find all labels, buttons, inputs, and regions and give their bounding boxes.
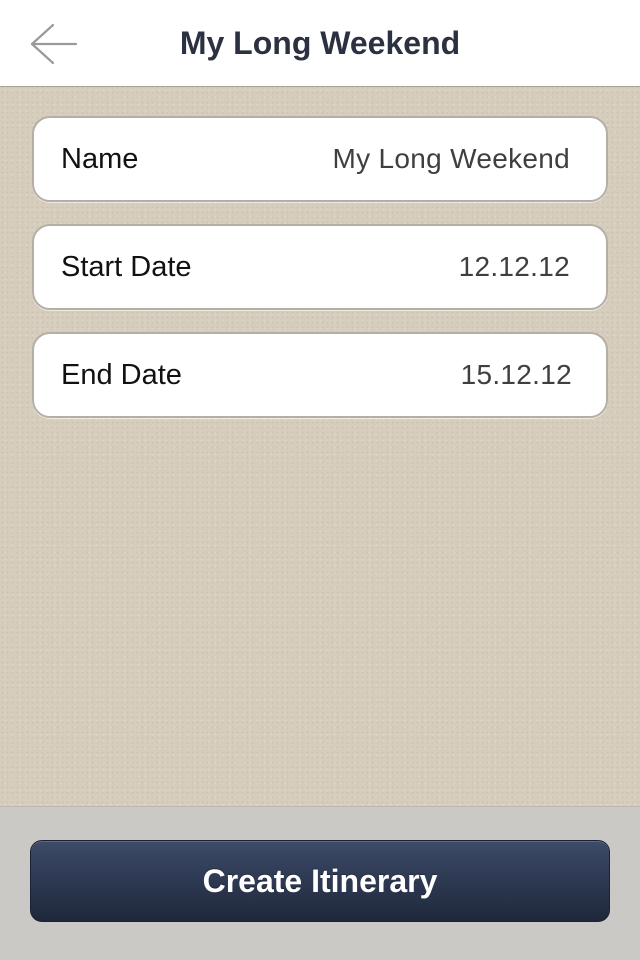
navigation-bar: My Long Weekend xyxy=(0,0,640,87)
end-date-field[interactable]: End Date 15.12.12 xyxy=(32,332,608,418)
arrow-left-icon xyxy=(30,23,78,65)
trip-form: Name My Long Weekend Start Date 12.12.12… xyxy=(32,116,608,440)
create-itinerary-button[interactable]: Create Itinerary xyxy=(30,840,610,922)
name-field[interactable]: Name My Long Weekend xyxy=(32,116,608,202)
app-screen: My Long Weekend Name My Long Weekend Sta… xyxy=(0,0,640,960)
name-value: My Long Weekend xyxy=(332,143,570,174)
page-title: My Long Weekend xyxy=(179,25,461,61)
start-date-field[interactable]: Start Date 12.12.12 xyxy=(32,224,608,310)
end-date-label: End Date xyxy=(61,358,182,391)
back-button[interactable] xyxy=(22,18,86,70)
name-label: Name xyxy=(61,142,139,175)
start-date-label: Start Date xyxy=(61,250,192,283)
end-date-value: 15.12.12 xyxy=(460,359,572,390)
start-date-value: 12.12.12 xyxy=(458,251,570,282)
bottom-toolbar: Create Itinerary xyxy=(0,806,640,960)
